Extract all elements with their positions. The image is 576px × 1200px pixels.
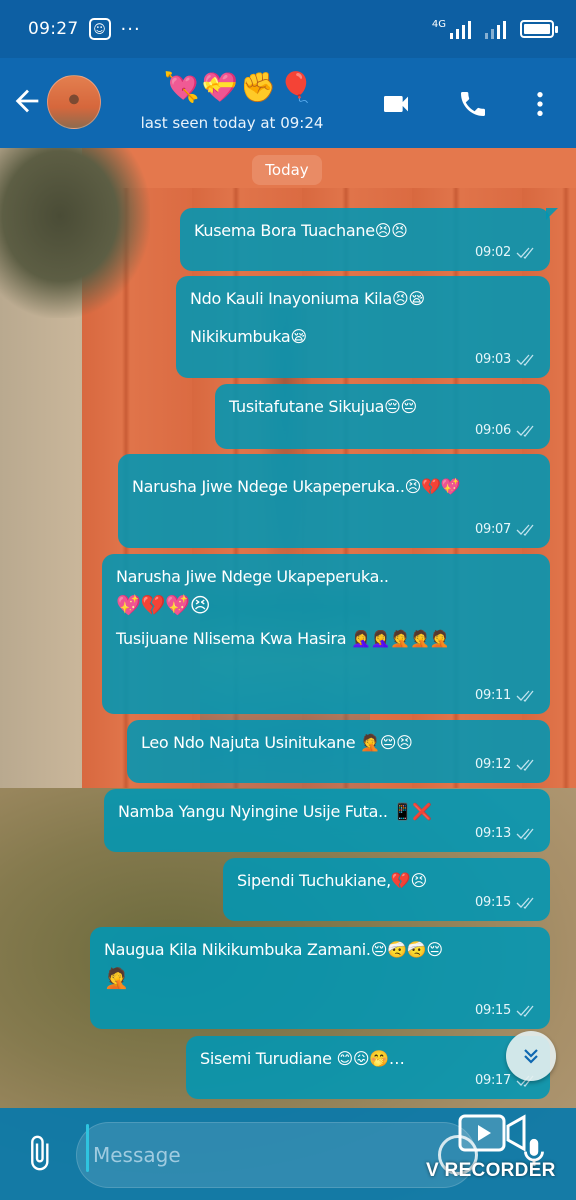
recorder-watermark: V RECORDER: [420, 1108, 566, 1188]
message-time: 09:06: [475, 423, 511, 438]
date-separator: Today: [252, 155, 322, 185]
message-text: Sipendi Tuchukiane,💔😣: [237, 871, 427, 890]
message-time: 09:12: [475, 757, 511, 772]
signal-strength-2-icon: [485, 19, 506, 39]
notification-app-icon: ☺: [88, 18, 111, 40]
read-ticks-icon: [516, 425, 534, 437]
read-ticks-icon: [516, 828, 534, 840]
message-bubble[interactable]: Narusha Jiwe Ndege Ukapeperuka.. 💖💔💖😣 Tu…: [102, 554, 550, 714]
message-time: 09:11: [475, 688, 511, 703]
message-bubble[interactable]: Kusema Bora Tuachane😣😣 09:02: [180, 208, 558, 271]
message-text: Nikikumbuka😪: [190, 327, 307, 346]
message-meta: 09:11: [475, 685, 538, 707]
read-ticks-icon: [516, 1005, 534, 1017]
message-time: 09:15: [475, 1003, 511, 1018]
recorder-label: V RECORDER: [426, 1160, 556, 1181]
more-options-icon[interactable]: [524, 88, 556, 120]
message-time: 09:15: [475, 895, 511, 910]
message-text: Ndo Kauli Inayoniuma Kila😣😪: [190, 289, 425, 308]
video-recorder-icon: [458, 1114, 526, 1152]
message-text: Kusema Bora Tuachane😣😣: [194, 221, 408, 240]
voice-call-icon[interactable]: [457, 88, 489, 120]
message-text: 💖💔💖😣: [116, 593, 211, 617]
message-bubble[interactable]: Namba Yangu Nyingine Usije Futa.. 📱❌ 09:…: [104, 789, 550, 852]
message-time: 09:13: [475, 826, 511, 841]
more-notifications-icon: ···: [120, 18, 141, 40]
message-text: Narusha Jiwe Ndege Ukapeperuka..: [116, 567, 389, 586]
message-meta: 09:06: [475, 420, 538, 442]
double-chevron-down-icon: [524, 1049, 538, 1064]
read-ticks-icon: [516, 759, 534, 771]
message-bubble[interactable]: Sisemi Turudiane 😊😖🤭… 09:17: [186, 1036, 550, 1099]
message-meta: 09:02: [475, 242, 538, 264]
message-meta: 09:03: [475, 349, 538, 371]
message-bubble[interactable]: Narusha Jiwe Ndege Ukapeperuka..😣💔💖 09:0…: [118, 454, 550, 548]
read-ticks-icon: [516, 354, 534, 366]
message-meta: 09:07: [475, 519, 538, 541]
read-ticks-icon: [516, 247, 534, 259]
video-call-icon[interactable]: [380, 88, 412, 120]
status-time: 09:27: [28, 19, 79, 39]
network-type: 4G: [431, 18, 446, 30]
message-meta: 09:13: [475, 823, 538, 845]
message-meta: 09:15: [475, 1000, 538, 1022]
read-ticks-icon: [516, 524, 534, 536]
message-bubble[interactable]: Naugua Kila Nikikumbuka Zamani.😔🤕🤕😔 🤦 09…: [90, 927, 550, 1029]
message-text: Narusha Jiwe Ndege Ukapeperuka..😣💔💖: [132, 477, 461, 496]
chat-messages[interactable]: Today Kusema Bora Tuachane😣😣 09:02 Ndo K…: [0, 148, 576, 1108]
message-bubble[interactable]: Sipendi Tuchukiane,💔😣 09:15: [223, 858, 550, 921]
status-indicators: 4G: [431, 18, 558, 39]
message-text: Tusijuane Nlisema Kwa Hasira 🤦‍♀️🤦‍♀️🤦🤦🤦: [116, 629, 450, 648]
message-time: 09:17: [475, 1073, 511, 1088]
attach-icon[interactable]: [20, 1134, 58, 1172]
message-text: Naugua Kila Nikikumbuka Zamani.😔🤕🤕😔: [104, 940, 443, 959]
status-bar: 09:27 ☺ ··· 4G: [0, 0, 576, 58]
message-text: Sisemi Turudiane 😊😖🤭…: [200, 1049, 405, 1068]
message-text: 🤦: [104, 966, 129, 990]
message-text: Tusitafutane Sikujua😔😔: [229, 397, 417, 416]
bubble-tail: [546, 208, 558, 220]
chat-header: 💘💝✊🎈 last seen today at 09:24: [0, 58, 576, 148]
message-time: 09:02: [475, 245, 511, 260]
message-meta: 09:12: [475, 754, 538, 776]
message-text: Leo Ndo Najuta Usinitukane 🤦😔😣: [141, 733, 413, 752]
message-bubble[interactable]: Ndo Kauli Inayoniuma Kila😣😪 Nikikumbuka😪…: [176, 276, 550, 378]
signal-strength-icon: [450, 19, 471, 39]
read-ticks-icon: [516, 690, 534, 702]
read-ticks-icon: [516, 897, 534, 909]
message-time: 09:07: [475, 522, 511, 537]
message-bubble[interactable]: Leo Ndo Najuta Usinitukane 🤦😔😣 09:12: [127, 720, 550, 783]
battery-icon: [520, 20, 558, 38]
message-text: Namba Yangu Nyingine Usije Futa.. 📱❌: [118, 802, 432, 821]
message-input[interactable]: [76, 1122, 476, 1188]
message-meta: 09:15: [475, 892, 538, 914]
text-cursor: [86, 1124, 89, 1172]
message-bubble[interactable]: Tusitafutane Sikujua😔😔 09:06: [215, 384, 550, 449]
scroll-to-bottom-button[interactable]: [506, 1031, 556, 1081]
message-time: 09:03: [475, 352, 511, 367]
